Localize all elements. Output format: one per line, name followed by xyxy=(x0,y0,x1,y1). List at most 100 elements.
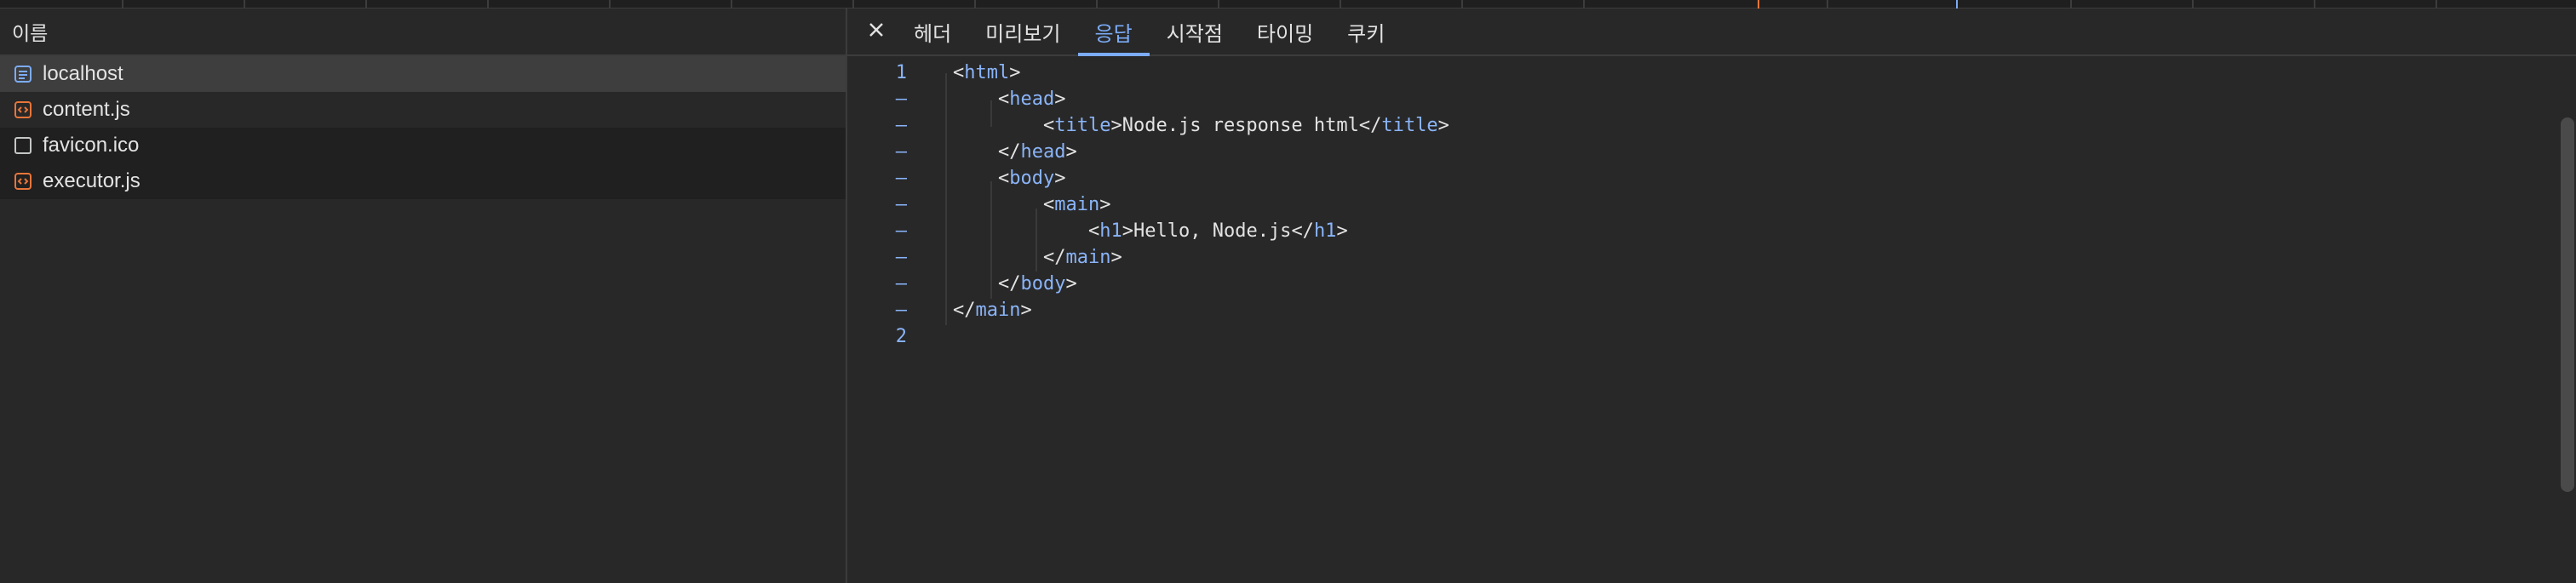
tab-initiator[interactable]: 시작점 xyxy=(1150,9,1240,54)
line-number[interactable]: – xyxy=(847,273,914,294)
tab-label: 미리보기 xyxy=(985,22,1061,46)
line-number[interactable]: – xyxy=(847,300,914,321)
name-column-header[interactable]: 이름 xyxy=(0,9,846,56)
request-list-panel: 이름 localhost content.js favicon.ico exec… xyxy=(0,9,847,583)
tag-open-bracket: </ xyxy=(1043,247,1066,268)
tag-close-bracket: > xyxy=(1099,194,1111,215)
code-line: – </body> xyxy=(847,271,2550,297)
timeline-tick xyxy=(487,0,489,9)
code-text: </head> xyxy=(998,141,1077,163)
tag-close-bracket: > xyxy=(1122,220,1133,242)
timeline-tick xyxy=(1340,0,1341,9)
request-name: favicon.ico xyxy=(43,134,140,157)
line-number[interactable]: – xyxy=(847,247,914,268)
timeline-tick xyxy=(2435,0,2437,9)
timeline-tick xyxy=(1096,0,1098,9)
timeline-tick xyxy=(2192,0,2194,9)
tag-name: title xyxy=(1054,115,1111,136)
timeline-tick xyxy=(122,0,123,9)
code-line: – <body> xyxy=(847,165,2550,191)
timeline-tick xyxy=(2314,0,2315,9)
tag-close-bracket: > xyxy=(1065,273,1077,294)
closing-tag-name: title xyxy=(1381,115,1438,136)
closing-tag-close-bracket: > xyxy=(1437,115,1449,136)
request-detail-panel: 헤더 미리보기 응답 시작점 타이밍 쿠키 1 <html> – <head> – <ti… xyxy=(847,9,2576,583)
response-code-viewer[interactable]: 1 <html> – <head> – <title>Node.js response h… xyxy=(847,56,2576,583)
timeline-tick xyxy=(731,0,732,9)
tab-response[interactable]: 응답 xyxy=(1077,9,1150,56)
closing-tag-close-bracket: > xyxy=(1336,220,1348,242)
request-name: localhost xyxy=(43,62,123,85)
close-detail-button[interactable] xyxy=(856,9,897,54)
timeline-tick xyxy=(974,0,976,9)
line-number[interactable]: 1 xyxy=(847,62,914,83)
line-number[interactable]: – xyxy=(847,141,914,163)
tag-open-bracket: < xyxy=(998,89,1010,110)
tag-open-bracket: </ xyxy=(953,300,976,321)
tag-open-bracket: < xyxy=(998,168,1010,189)
line-number[interactable]: – xyxy=(847,89,914,110)
devtools-network-panel: 이름 localhost content.js favicon.ico exec… xyxy=(0,0,2576,583)
tab-preview[interactable]: 미리보기 xyxy=(968,9,1077,54)
line-number[interactable]: – xyxy=(847,115,914,136)
name-column-label: 이름 xyxy=(12,22,49,44)
tag-name: body xyxy=(1009,168,1055,189)
tag-open-bracket: < xyxy=(1088,220,1100,242)
request-row-content-js[interactable]: content.js xyxy=(0,92,846,128)
tag-name: h1 xyxy=(1099,220,1122,242)
timeline-tick xyxy=(609,0,611,9)
tab-timing[interactable]: 타이밍 xyxy=(1240,9,1330,54)
code-text: <html> xyxy=(953,62,1020,83)
tag-open-bracket: </ xyxy=(998,141,1021,163)
request-row-favicon-ico[interactable]: favicon.ico xyxy=(0,128,846,163)
tab-cookies[interactable]: 쿠키 xyxy=(1330,9,1402,54)
text-content: Node.js response html xyxy=(1122,115,1359,136)
line-number[interactable]: – xyxy=(847,220,914,242)
code-line: – <title>Node.js response html</title> xyxy=(847,112,2550,139)
code-text: <head> xyxy=(998,89,1065,110)
tag-close-bracket: > xyxy=(1110,115,1122,136)
tag-close-bracket: > xyxy=(1110,247,1122,268)
line-number[interactable]: 2 xyxy=(847,326,914,347)
tab-headers[interactable]: 헤더 xyxy=(897,9,968,54)
tag-name: html xyxy=(964,62,1010,83)
document-icon xyxy=(14,65,32,83)
tag-open-bracket: < xyxy=(953,62,965,83)
tag-open-bracket: < xyxy=(1043,115,1055,136)
code-text: </main> xyxy=(953,300,1032,321)
closing-tag-open-bracket: </ xyxy=(1291,220,1314,242)
code-line: 2 xyxy=(847,323,2550,350)
network-timeline-strip[interactable] xyxy=(0,0,2576,9)
code-text: </body> xyxy=(998,273,1077,294)
tag-close-bracket: > xyxy=(1054,89,1066,110)
request-row-localhost[interactable]: localhost xyxy=(0,56,846,92)
code-line: 1 <html> xyxy=(847,60,2550,86)
timeline-tick xyxy=(1461,0,1463,9)
request-name: executor.js xyxy=(43,169,141,192)
code-text: <body> xyxy=(998,168,1065,189)
code-line: – <main> xyxy=(847,191,2550,218)
file-icon xyxy=(14,136,32,155)
text-content: Hello, Node.js xyxy=(1133,220,1292,242)
request-name: content.js xyxy=(43,98,130,121)
timeline-tick xyxy=(365,0,367,9)
request-row-executor-js[interactable]: executor.js xyxy=(0,163,846,199)
tag-name: main xyxy=(1065,247,1111,268)
closing-tag-open-bracket: </ xyxy=(1358,115,1382,136)
script-icon xyxy=(14,100,32,119)
code-line: – </head> xyxy=(847,139,2550,165)
tag-close-bracket: > xyxy=(1020,300,1032,321)
vertical-scrollbar[interactable] xyxy=(2561,117,2574,492)
tab-label: 응답 xyxy=(1094,22,1133,46)
closing-tag-name: h1 xyxy=(1313,220,1337,242)
tab-label: 타이밍 xyxy=(1256,22,1314,46)
timeline-tick xyxy=(1583,0,1585,9)
line-number[interactable]: – xyxy=(847,194,914,215)
tag-name: head xyxy=(1020,141,1066,163)
tag-close-bracket: > xyxy=(1065,141,1077,163)
tab-label: 쿠키 xyxy=(1347,22,1386,46)
code-text: <main> xyxy=(1043,194,1110,215)
tag-open-bracket: < xyxy=(1043,194,1055,215)
timeline-marker-blue xyxy=(1956,0,1958,9)
line-number[interactable]: – xyxy=(847,168,914,189)
